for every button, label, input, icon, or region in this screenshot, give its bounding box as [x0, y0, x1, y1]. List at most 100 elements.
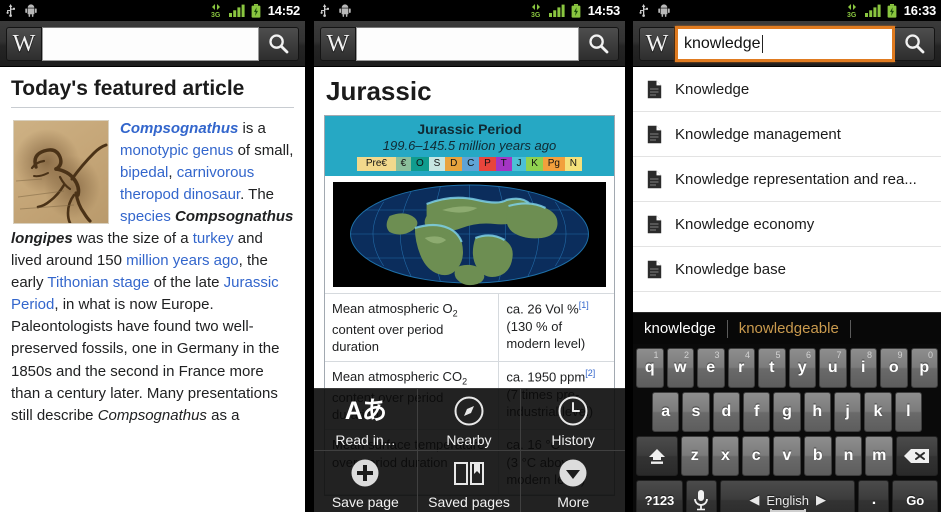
key-z[interactable]: z [680, 436, 709, 476]
backspace-key[interactable] [896, 436, 939, 476]
suggestion-item[interactable]: Knowledge management [633, 112, 941, 157]
timescale-segment-j[interactable]: J [511, 157, 527, 171]
menu-item-history[interactable]: History [521, 389, 625, 451]
timescale-segment-d[interactable]: D [445, 157, 463, 171]
timescale-segment-c[interactable]: C [462, 157, 480, 171]
key-b[interactable]: b [803, 436, 832, 476]
wikipedia-logo-button[interactable]: W [6, 26, 42, 61]
menu-item-nearby[interactable]: Nearby [417, 389, 522, 451]
key-s[interactable]: s [682, 392, 710, 432]
geologic-timescale-strip[interactable]: Pre€ € O S D C P T J K Pg N [357, 157, 582, 171]
menu-item-save-page[interactable]: Save page [314, 450, 418, 512]
key-number-1: 1 [653, 350, 659, 360]
go-key[interactable]: Go [892, 480, 938, 512]
key-v[interactable]: v [773, 436, 801, 476]
key-g[interactable]: g [773, 392, 801, 432]
keyboard-row-3: zxcvbnm [635, 436, 939, 476]
reference-link[interactable]: [1] [579, 300, 589, 310]
infobox-subtitle: 199.6–145.5 million years ago [382, 138, 557, 153]
key-o[interactable]: 9o [880, 348, 908, 388]
next-language-arrow-icon[interactable]: ▶ [816, 492, 826, 508]
compass-icon-wrap [453, 394, 485, 428]
search-button[interactable] [579, 26, 619, 61]
world-map-icon [333, 182, 606, 287]
key-q[interactable]: 1q [636, 348, 664, 388]
search-button[interactable] [259, 26, 299, 61]
usb-icon [639, 4, 648, 17]
battery-icon [887, 3, 897, 18]
key-w[interactable]: 2w [666, 348, 694, 388]
word-suggestion-1[interactable]: knowledge [641, 320, 727, 337]
key-f[interactable]: f [743, 392, 771, 432]
key-n[interactable]: n [834, 436, 863, 476]
key-y[interactable]: 6y [788, 348, 816, 388]
microphone-key[interactable] [685, 480, 717, 512]
wikipedia-logo-button[interactable]: W [320, 26, 356, 61]
space-key[interactable]: ◀ English ▶ [719, 480, 856, 512]
suggestion-item[interactable]: Knowledge representation and rea... [633, 157, 941, 202]
menu-item-label: Read in... [335, 432, 396, 449]
action-bar-left: W [0, 21, 305, 67]
wikipedia-logo-button[interactable]: W [639, 26, 675, 61]
book-icon [453, 462, 484, 486]
key-j[interactable]: j [833, 392, 862, 432]
key-e[interactable]: 3e [697, 348, 725, 388]
key-number-2: 2 [683, 350, 689, 360]
timescale-segment-€[interactable]: € [395, 157, 412, 171]
symbols-key[interactable]: ?123 [636, 480, 683, 512]
timescale-segment-pg[interactable]: Pg [542, 157, 565, 171]
usb-icon [6, 4, 15, 17]
signal-icon [228, 4, 245, 17]
value-extra: (130 % of modern level) [506, 318, 586, 351]
key-h[interactable]: h [803, 392, 831, 432]
panel-divider-2 [625, 0, 633, 512]
period-key[interactable]: . [858, 480, 890, 512]
suggestion-item[interactable]: Knowledge economy [633, 202, 941, 247]
key-u[interactable]: 7u [819, 348, 847, 388]
key-number-8: 8 [866, 350, 872, 360]
key-l[interactable]: l [894, 392, 922, 432]
suggestion-item[interactable]: Knowledge [633, 67, 941, 112]
key-post: content over period duration [332, 321, 444, 354]
key-r[interactable]: 4r [727, 348, 755, 388]
key-i[interactable]: 8i [849, 348, 877, 388]
search-input[interactable]: knowledge [675, 25, 895, 62]
key-d[interactable]: d [712, 392, 740, 432]
key-a[interactable]: a [652, 392, 680, 432]
search-button[interactable] [895, 26, 935, 61]
key-m[interactable]: m [865, 436, 894, 476]
key-c[interactable]: c [742, 436, 771, 476]
timescale-segment-s[interactable]: S [428, 157, 446, 171]
battery-icon [251, 3, 261, 18]
page-title: Today's featured article [11, 77, 294, 108]
action-bar-right: W knowledge [633, 21, 941, 67]
suggestion-item[interactable]: Knowledge base [633, 247, 941, 292]
svg-text:3G: 3G [847, 12, 857, 18]
timescale-segment-pre€[interactable]: Pre€ [357, 157, 396, 171]
key-k[interactable]: k [864, 392, 892, 432]
timescale-segment-p[interactable]: P [479, 157, 496, 171]
menu-item-more[interactable]: More [521, 451, 625, 512]
timescale-segment-t[interactable]: T [495, 157, 512, 171]
reference-link[interactable]: [2] [585, 368, 595, 378]
search-input[interactable] [42, 26, 259, 61]
timescale-segment-k[interactable]: K [526, 157, 543, 171]
key-t[interactable]: 5t [758, 348, 786, 388]
fossil-thumbnail[interactable] [13, 120, 109, 224]
infobox-title: Jurassic Period [417, 121, 522, 137]
menu-item-label: Nearby [446, 432, 492, 449]
menu-item-saved-pages[interactable]: Saved pages [418, 450, 522, 512]
menu-item-label: More [557, 494, 590, 511]
suggestion-label: Knowledge representation and rea... [675, 170, 917, 188]
search-input[interactable] [356, 26, 579, 61]
key-p[interactable]: 0p [910, 348, 938, 388]
paleogeography-map[interactable] [333, 182, 606, 287]
timescale-segment-n[interactable]: N [564, 157, 582, 171]
timescale-segment-o[interactable]: O [411, 157, 429, 171]
key-x[interactable]: x [711, 436, 740, 476]
shift-key[interactable] [635, 436, 678, 476]
prev-language-arrow-icon[interactable]: ◀ [749, 492, 759, 508]
compass-icon [454, 396, 484, 426]
menu-item-read-in[interactable]: Aあ Read in... [314, 389, 418, 451]
word-suggestion-2[interactable]: knowledgeable [728, 320, 850, 337]
